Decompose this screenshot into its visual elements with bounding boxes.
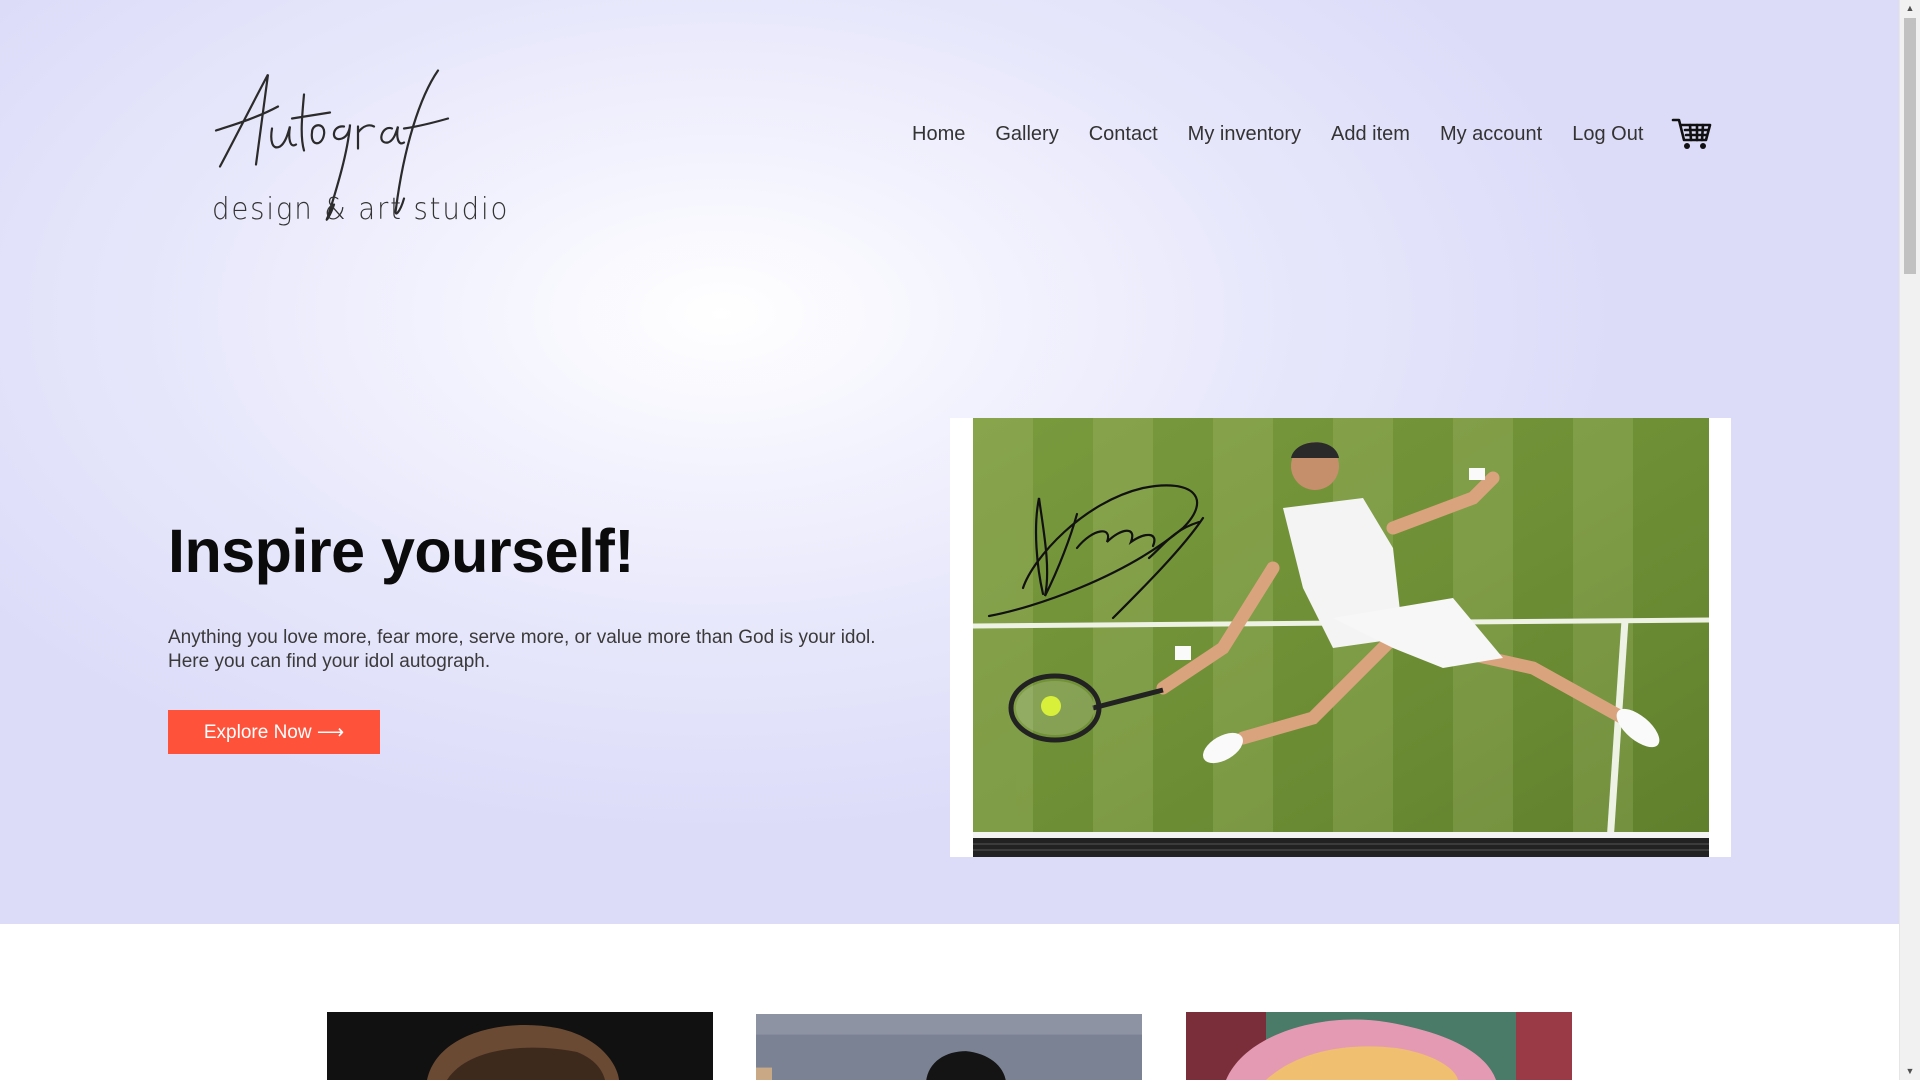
nav-my-inventory[interactable]: My inventory <box>1188 123 1301 146</box>
nav-contact[interactable]: Contact <box>1089 123 1158 146</box>
scroll-up-arrow-icon[interactable]: ▲ <box>1900 0 1920 17</box>
nav-log-out[interactable]: Log Out <box>1572 123 1643 146</box>
nav-my-account[interactable]: My account <box>1440 123 1542 146</box>
hero-description-line-1: Anything you love more, fear more, serve… <box>168 627 876 648</box>
hero-description: Anything you love more, fear more, serve… <box>168 626 928 674</box>
explore-now-button[interactable]: Explore Now ⟶ <box>168 710 380 754</box>
scrollbar-thumb[interactable] <box>1904 18 1916 274</box>
product-card-image[interactable] <box>1186 1012 1572 1080</box>
scroll-down-arrow-icon[interactable]: ▼ <box>1900 1063 1920 1080</box>
product-card-image[interactable] <box>756 1014 1142 1080</box>
main-navigation: Home Gallery Contact My inventory Add it… <box>912 110 1713 158</box>
nav-gallery[interactable]: Gallery <box>995 123 1058 146</box>
product-card-image[interactable] <box>327 1012 713 1080</box>
hero-description-line-2: Here you can find your idol autograph. <box>168 651 491 672</box>
hero-image-frame <box>950 418 1731 857</box>
logo-subtitle: design & art studio <box>212 192 510 227</box>
nav-add-item[interactable]: Add item <box>1331 123 1410 146</box>
brand-logo[interactable]: design & art studio <box>208 44 507 239</box>
vertical-scrollbar[interactable]: ▲ ▼ <box>1899 0 1920 1080</box>
hero-headline: Inspire yourself! <box>168 517 635 585</box>
nav-home[interactable]: Home <box>912 123 965 146</box>
hero-image-autographed-tennis-photo <box>973 418 1709 857</box>
hero-section: design & art studio Home Gallery Contact… <box>0 0 1899 924</box>
shopping-cart-icon[interactable] <box>1671 116 1713 152</box>
